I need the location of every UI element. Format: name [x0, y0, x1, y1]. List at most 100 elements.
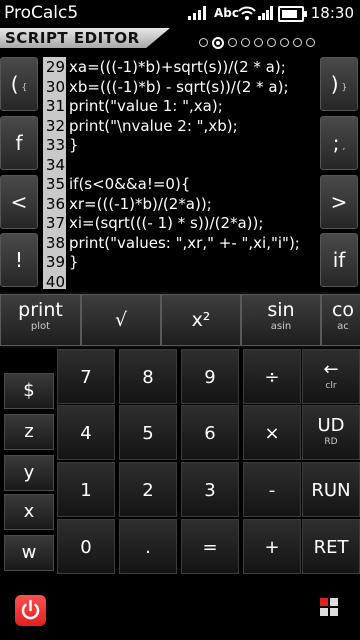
code-line: 37 xi=(sqrt(((- 1) * s))/(2*a)); — [43, 213, 318, 233]
left-key[interactable]: ! — [0, 233, 38, 287]
code-line: 33} — [43, 135, 318, 155]
keypad-key[interactable]: 0 — [57, 519, 115, 574]
menu-icon[interactable] — [320, 598, 338, 616]
right-key[interactable]: ;, — [320, 116, 358, 170]
key-sublabel: asin — [270, 321, 292, 332]
script-editor[interactable]: 29 xa=(((-1)*b)+sqrt(s))/(2 * a); 30 xb=(((… — [43, 57, 318, 289]
keypad-key[interactable]: ÷ — [243, 349, 301, 404]
line-number: 34 — [43, 154, 66, 175]
keypad-key[interactable]: ← clr — [302, 349, 360, 404]
page-dot[interactable] — [228, 38, 237, 47]
variable-key[interactable]: y — [4, 455, 54, 491]
keypad-key[interactable]: 4 — [57, 405, 115, 460]
key-label: 2 — [142, 480, 154, 501]
wifi-icon — [238, 6, 256, 20]
variable-key[interactable]: w — [4, 535, 54, 571]
network-bars-icon — [258, 6, 273, 20]
key-label: ! — [14, 248, 24, 272]
variable-key[interactable]: z — [4, 414, 54, 450]
left-key[interactable]: ({ — [0, 57, 38, 111]
function-key[interactable]: √ — [81, 294, 161, 346]
left-key[interactable]: f — [0, 116, 38, 170]
line-number: 31 — [43, 96, 66, 116]
keypad-key[interactable]: 3 — [181, 462, 239, 517]
page-dot[interactable] — [306, 38, 315, 47]
key-label: ← — [323, 359, 339, 380]
page-dot[interactable] — [280, 38, 289, 47]
page-dot[interactable] — [293, 38, 302, 47]
right-key[interactable]: if — [320, 233, 358, 287]
keypad-key[interactable]: 5 — [119, 405, 177, 460]
keypad-key[interactable]: = — [181, 519, 239, 574]
function-key[interactable]: print plot — [0, 294, 81, 346]
page-dot[interactable] — [254, 38, 263, 47]
battery-level — [282, 10, 298, 18]
function-key[interactable]: x² — [161, 294, 241, 346]
page-dot[interactable] — [199, 38, 208, 47]
page-indicator[interactable] — [199, 36, 315, 49]
keypad-key[interactable]: RUN — [302, 462, 360, 517]
right-key[interactable]: > — [320, 175, 358, 229]
key-label: 1 — [80, 480, 92, 501]
key-label: . — [145, 537, 151, 558]
key-label: RUN — [311, 480, 351, 501]
menu-square — [320, 598, 328, 606]
key-label: 9 — [204, 367, 216, 388]
key-label: 5 — [142, 423, 154, 444]
page-dot[interactable] — [241, 38, 250, 47]
clock: 18:30 — [310, 4, 354, 22]
keypad-key[interactable]: × — [243, 405, 301, 460]
key-label: √ — [114, 309, 128, 331]
page-dot[interactable] — [212, 36, 224, 49]
variable-key[interactable]: $ — [4, 373, 54, 409]
keypad-key[interactable]: 8 — [119, 349, 177, 404]
key-label: f — [15, 131, 23, 155]
keypad-key[interactable]: - — [243, 462, 301, 517]
menu-square — [330, 598, 338, 606]
line-number: 39 — [43, 252, 66, 272]
key-label: 8 — [142, 367, 154, 388]
line-number: 36 — [43, 193, 66, 214]
key-label: ) — [330, 72, 339, 96]
variable-key[interactable]: x — [4, 494, 54, 530]
input-mode-label: Abc — [214, 6, 239, 20]
key-label: UD — [317, 415, 345, 436]
keypad-key[interactable]: 9 — [181, 349, 239, 404]
key-label: 6 — [204, 423, 216, 444]
key-label: z — [24, 421, 34, 442]
power-button[interactable] — [15, 595, 46, 626]
function-key[interactable]: co ac — [321, 294, 360, 346]
line-number: 40 — [43, 271, 66, 289]
menu-square — [320, 608, 328, 616]
bottom-bar — [0, 582, 360, 640]
key-label: sin — [267, 299, 295, 321]
keypad-key[interactable]: RET — [302, 519, 360, 574]
code-text: xi=(sqrt(((- 1) * s))/(2*a)); — [69, 214, 264, 232]
right-key[interactable]: )} — [320, 57, 358, 111]
key-label: < — [10, 190, 28, 214]
key-label: > — [330, 190, 348, 214]
keypad-key[interactable]: 2 — [119, 462, 177, 517]
key-label: × — [264, 423, 280, 444]
code-line: 31 print("value 1: ",xa); — [43, 96, 318, 116]
keypad-key[interactable]: 6 — [181, 405, 239, 460]
left-key[interactable]: < — [0, 175, 38, 229]
code-line: 35 if(s<0&&a!=0){ — [43, 174, 318, 194]
keypad-key[interactable]: UD RD — [302, 405, 360, 460]
keypad-key[interactable]: . — [119, 519, 177, 574]
key-label: = — [202, 537, 218, 558]
key-label: ; — [332, 131, 340, 155]
keypad-key[interactable]: 7 — [57, 349, 115, 404]
power-icon — [21, 599, 40, 620]
key-label: y — [23, 462, 35, 483]
keypad-key[interactable]: 1 — [57, 462, 115, 517]
function-key[interactable]: sin asin — [241, 294, 321, 346]
key-label: co — [331, 299, 355, 321]
page-dot[interactable] — [267, 38, 276, 47]
key-label: if — [332, 248, 346, 272]
code-text: } — [69, 136, 79, 154]
key-sublabel: { — [21, 83, 28, 93]
code-text: print("value 1: ",xa); — [69, 97, 223, 115]
keypad-key[interactable]: + — [243, 519, 301, 574]
key-label: w — [21, 542, 37, 563]
